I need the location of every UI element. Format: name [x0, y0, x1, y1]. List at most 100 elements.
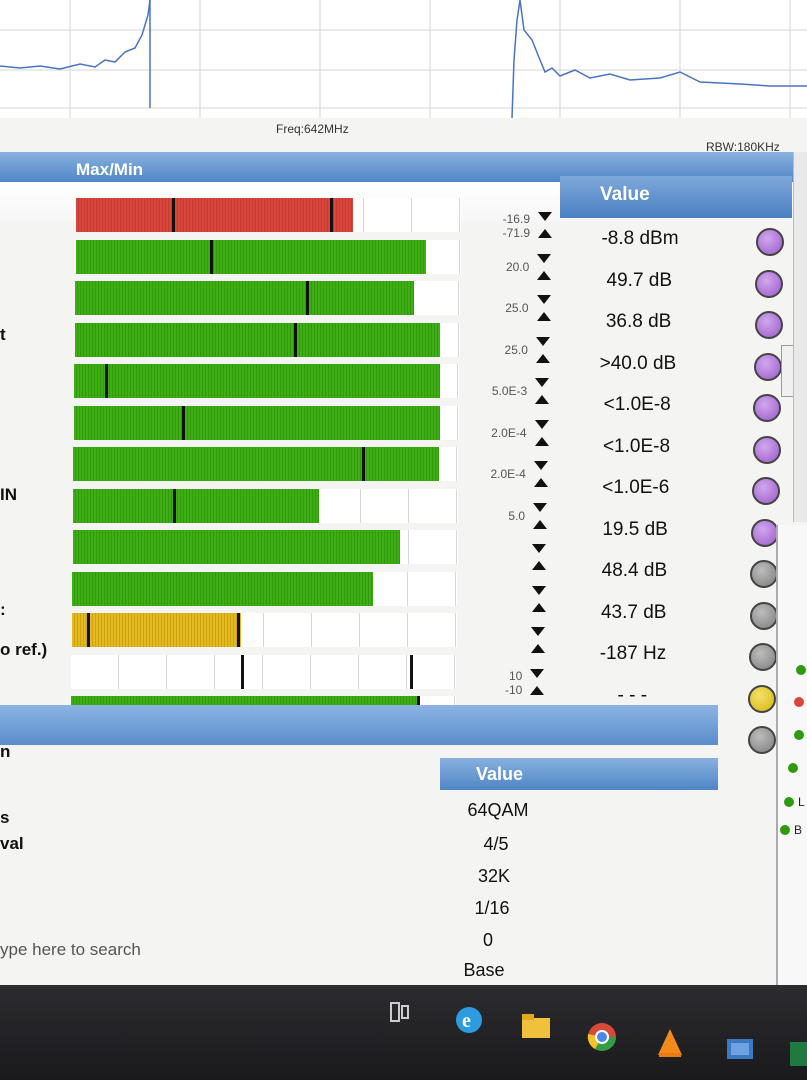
measurement-value: <1.0E-8 [602, 435, 671, 457]
minmax-reset-icon[interactable] [532, 459, 550, 489]
measurement-value: 49.7 dB [606, 269, 673, 291]
min-max-marker [362, 447, 366, 481]
vlc-icon[interactable] [655, 1027, 685, 1057]
level-bar [73, 488, 459, 523]
min-max-marker [181, 405, 185, 440]
row-label-truncated: o ref.) [0, 640, 48, 659]
spectrum-trace [0, 0, 807, 118]
scrollbar[interactable] [793, 152, 807, 522]
min-max-marker [306, 281, 310, 315]
level-bar [74, 322, 460, 357]
level-bar [72, 571, 458, 606]
measurement-value: <1.0E-8 [603, 394, 671, 415]
info-value-header: Value [440, 758, 718, 790]
search-placeholder: ype here to search [0, 940, 141, 959]
info-value: 0 [482, 930, 493, 950]
level-bar [71, 613, 457, 647]
measurement-value: - - - [617, 684, 648, 706]
level-bar-fill [72, 530, 400, 564]
minmax-reset-icon[interactable] [533, 418, 551, 448]
info-value: Base [463, 960, 505, 980]
threshold-upper: 25.0 [505, 301, 529, 315]
minmax-reset-icon[interactable] [533, 376, 551, 406]
status-dot [788, 763, 798, 773]
fft-mode-value: 32K [477, 866, 511, 886]
status-indicator [753, 394, 782, 422]
section-divider [0, 705, 718, 745]
minmax-reset-icon[interactable] [535, 252, 553, 282]
right-side-panel: L B [776, 525, 807, 1050]
measurement-value: 43.7 dB [600, 601, 667, 623]
level-bar-fill [74, 364, 441, 398]
internet-explorer-icon[interactable]: e [452, 1003, 482, 1033]
taskbar-search[interactable]: ype here to search [0, 940, 380, 990]
min-max-marker [237, 613, 241, 647]
minmax-reset-icon[interactable] [528, 667, 546, 697]
level-bar [75, 281, 461, 315]
min-max-marker [87, 613, 91, 647]
measurement-value: 48.4 dB [601, 560, 668, 581]
level-bar [75, 239, 461, 274]
info-label-truncated: n [0, 742, 11, 761]
minmax-reset-icon[interactable] [530, 542, 548, 572]
info-label-truncated: val [0, 834, 24, 853]
measurement-value: 19.5 dB [602, 518, 668, 540]
measurement-value: <1.0E-6 [602, 477, 670, 498]
level-bar-fill [71, 613, 242, 647]
svg-text:e: e [462, 1010, 471, 1032]
threshold-upper: 10 [508, 668, 523, 683]
status-indicator [755, 269, 784, 298]
threshold-lower: -71.9 [502, 226, 530, 240]
status-indicator [748, 684, 777, 713]
status-indicator [753, 352, 782, 381]
min-max-marker [105, 364, 109, 398]
status-indicator [751, 518, 780, 547]
excel-icon[interactable] [790, 1040, 807, 1070]
min-max-marker [172, 198, 176, 232]
row-label-truncated: t [0, 325, 6, 344]
threshold-lower: -10 [504, 682, 523, 697]
measurement-value: 36.8 dB [605, 311, 672, 332]
level-bar-fill [75, 239, 426, 274]
maxmin-column-header: Max/Min [76, 160, 144, 179]
threshold-upper: -16.9 [502, 212, 530, 226]
panel-label: L [798, 795, 805, 809]
threshold-upper: 25.0 [504, 342, 528, 357]
file-explorer-icon[interactable] [520, 1010, 550, 1040]
code-rate-value: 4/5 [483, 834, 509, 854]
level-bar-fill [74, 322, 441, 357]
minmax-reset-icon[interactable] [536, 210, 554, 240]
measurement-value: -8.8 dBm [601, 228, 679, 249]
panel-label: B [794, 823, 803, 837]
status-dot [794, 730, 804, 740]
threshold-upper: 2.0E-4 [491, 425, 527, 440]
level-bar [74, 364, 460, 398]
level-bar-fill [72, 571, 373, 606]
level-bar-fill [75, 281, 414, 315]
status-indicator [747, 726, 776, 754]
row-label-truncated: IN [0, 485, 17, 504]
status-indicator [754, 311, 783, 339]
min-max-marker [410, 654, 414, 689]
level-bar-fill [73, 447, 440, 481]
minmax-reset-icon[interactable] [531, 501, 549, 531]
guard-interval-value: 1/16 [474, 898, 510, 918]
chrome-icon[interactable] [585, 1020, 616, 1051]
minmax-reset-icon[interactable] [535, 293, 553, 323]
measurement-value: >40.0 dB [599, 352, 677, 374]
threshold-upper: 20.0 [505, 259, 530, 274]
info-label-truncated: s [0, 808, 10, 827]
min-max-marker [210, 239, 214, 274]
minmax-reset-icon[interactable] [529, 625, 547, 655]
min-max-marker [173, 488, 177, 523]
app-icon[interactable] [725, 1035, 755, 1065]
minmax-reset-icon[interactable] [534, 335, 552, 365]
status-dot [796, 665, 806, 675]
task-view-icon[interactable] [385, 997, 415, 1027]
threshold-upper: 5.0E-3 [491, 384, 528, 398]
value-column-header: Value [560, 176, 792, 218]
minmax-reset-icon[interactable] [530, 584, 548, 614]
status-indicator [750, 560, 779, 588]
level-bar [72, 530, 458, 564]
measurement-value: -187 Hz [599, 643, 667, 664]
